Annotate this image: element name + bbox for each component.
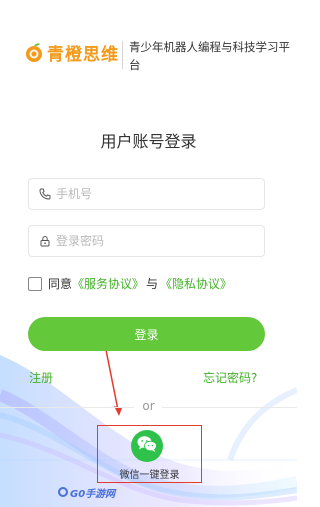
page-title: 用户账号登录 <box>100 132 197 151</box>
watermark-text: G0手游网 <box>70 488 116 500</box>
site-watermark: G0手游网 <box>58 485 118 500</box>
lock-icon <box>38 234 52 248</box>
wechat-icon <box>136 435 158 457</box>
brand-logo: 青橙思维 <box>24 40 119 65</box>
phone-field <box>28 178 265 210</box>
password-input[interactable] <box>56 234 246 248</box>
agreement-row: 同意 《服务协议》 与 《隐私协议》 <box>28 275 232 292</box>
or-text: or <box>142 399 155 413</box>
agreement-joiner: 与 <box>146 277 159 291</box>
agreement-checkbox[interactable] <box>28 276 42 291</box>
orange-logo-icon <box>24 42 44 63</box>
wechat-login-button[interactable] <box>131 430 163 462</box>
privacy-agreement-link[interactable]: 《隐私协议》 <box>160 275 232 292</box>
register-link[interactable]: 注册 <box>29 369 53 386</box>
login-button[interactable]: 登录 <box>28 317 265 351</box>
forgot-password-link[interactable]: 忘记密码? <box>203 369 257 386</box>
watermark-logo-icon <box>58 487 68 497</box>
brand-tagline: 青少年机器人编程与科技学习平台 <box>129 40 290 72</box>
header: 青橙思维 青少年机器人编程与科技学习平台 <box>0 0 297 95</box>
phone-input[interactable] <box>56 187 246 201</box>
brand-name: 青橙思维 <box>47 45 119 65</box>
phone-icon <box>38 187 52 201</box>
header-divider <box>122 41 123 69</box>
agreement-prefix: 同意 <box>48 277 73 291</box>
or-divider: or <box>0 399 297 417</box>
wechat-login-label: 微信一键登录 <box>119 470 180 481</box>
password-field <box>28 225 265 257</box>
service-agreement-link[interactable]: 《服务协议》 <box>72 275 144 292</box>
